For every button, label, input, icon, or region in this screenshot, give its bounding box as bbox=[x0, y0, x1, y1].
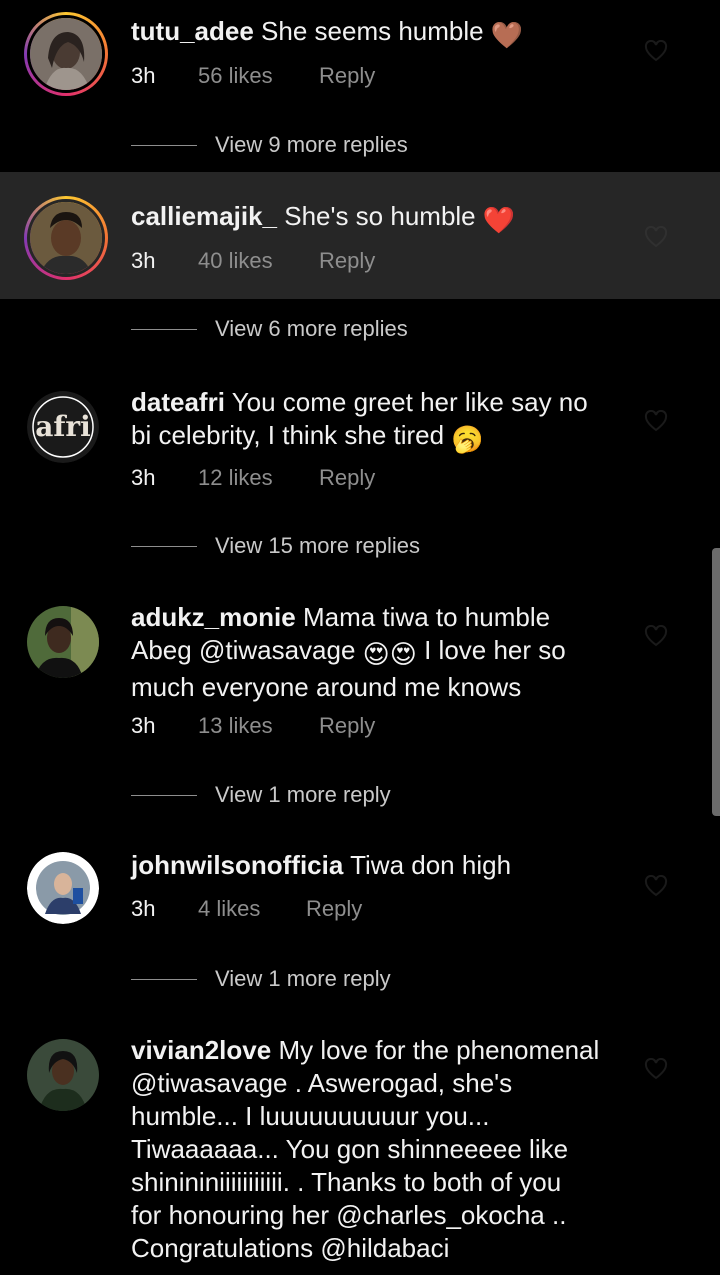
comment-text: dateafri You come greet her like say no … bbox=[131, 386, 651, 456]
avatar-image bbox=[27, 852, 99, 924]
avatar-image bbox=[30, 18, 102, 90]
divider bbox=[131, 328, 197, 330]
comment-body-line4: Tiwaaaaaa... You gon shinneeeee like bbox=[131, 1134, 569, 1164]
comment-body: She seems humble bbox=[261, 16, 484, 46]
comment-adukz-monie: adukz_monie Mama tiwa to humble Abeg @ti… bbox=[0, 587, 720, 817]
view-more-replies-button[interactable]: View 9 more replies bbox=[131, 132, 408, 158]
likes-count[interactable]: 12 likes bbox=[198, 465, 319, 491]
view-replies-label: View 6 more replies bbox=[215, 316, 408, 341]
username[interactable]: adukz_monie bbox=[131, 602, 296, 632]
comment-meta: 3h 4 likes Reply bbox=[131, 896, 362, 922]
divider bbox=[131, 794, 197, 796]
story-ring bbox=[24, 196, 108, 280]
avatar-image bbox=[30, 202, 102, 274]
timestamp: 3h bbox=[131, 63, 156, 88]
heart-outline-icon[interactable] bbox=[644, 874, 668, 897]
reply-button[interactable]: Reply bbox=[319, 248, 375, 274]
view-replies-label: View 1 more reply bbox=[215, 782, 391, 807]
username[interactable]: dateafri bbox=[131, 387, 225, 417]
comment-text: vivian2love My love for the phenomenal @… bbox=[131, 1034, 691, 1265]
scrollbar[interactable] bbox=[712, 548, 720, 816]
username[interactable]: calliemajik_ bbox=[131, 201, 277, 231]
divider bbox=[131, 978, 197, 980]
comment-meta: 3h 56 likes Reply bbox=[131, 63, 375, 89]
comment-meta: 3h 13 likes Reply bbox=[131, 713, 375, 739]
heart-outline-icon[interactable] bbox=[644, 409, 668, 432]
timestamp: 3h bbox=[131, 713, 156, 738]
comment-body: She's so humble bbox=[284, 201, 476, 231]
view-replies-label: View 1 more reply bbox=[215, 966, 391, 991]
avatar[interactable] bbox=[24, 603, 108, 687]
comment-body-line2b: I love her so bbox=[424, 635, 566, 665]
timestamp: 3h bbox=[131, 465, 156, 490]
timestamp: 3h bbox=[131, 248, 156, 273]
reply-button[interactable]: Reply bbox=[319, 465, 375, 491]
comment-text: tutu_adee She seems humble 🤎 bbox=[131, 15, 651, 52]
avatar[interactable] bbox=[24, 1036, 108, 1120]
avatar[interactable] bbox=[24, 12, 108, 96]
comment-text: adukz_monie Mama tiwa to humble Abeg @ti… bbox=[131, 601, 651, 704]
comment-calliemajik: calliemajik_ She's so humble ❤️ 3h 40 li… bbox=[0, 172, 720, 299]
timestamp: 3h bbox=[131, 896, 156, 921]
username[interactable]: johnwilsonofficia bbox=[131, 850, 343, 880]
divider bbox=[131, 545, 197, 547]
red-heart-emoji: ❤️ bbox=[482, 205, 516, 235]
likes-count[interactable]: 4 likes bbox=[198, 896, 306, 922]
avatar-image bbox=[27, 606, 99, 678]
heart-outline-icon[interactable] bbox=[644, 624, 668, 647]
comment-johnwilsonofficia: johnwilsonofficia Tiwa don high 3h 4 lik… bbox=[0, 835, 720, 1000]
comment-body-line5: shinininiiiiiiiiiii. . Thanks to both of… bbox=[131, 1167, 562, 1197]
reply-button[interactable]: Reply bbox=[319, 63, 375, 89]
view-replies-label: View 9 more replies bbox=[215, 132, 408, 157]
comment-body-line2a: Abeg @tiwasavage bbox=[131, 635, 356, 665]
comment-text: johnwilsonofficia Tiwa don high bbox=[131, 849, 651, 882]
view-more-replies-button[interactable]: View 1 more reply bbox=[131, 966, 391, 992]
comment-body-line2: bi celebrity, I think she tired bbox=[131, 420, 445, 450]
heart-eyes-emoji: 😍😍 bbox=[362, 639, 417, 669]
comment-meta: 3h 12 likes Reply bbox=[131, 465, 375, 491]
story-ring bbox=[24, 12, 108, 96]
reply-button[interactable]: Reply bbox=[319, 713, 375, 739]
view-more-replies-button[interactable]: View 15 more replies bbox=[131, 533, 420, 559]
divider bbox=[131, 144, 197, 146]
comment-body-line3: much everyone around me knows bbox=[131, 672, 522, 702]
comment-body-line2: @tiwasavage . Aswerogad, she's bbox=[131, 1068, 513, 1098]
likes-count[interactable]: 13 likes bbox=[198, 713, 319, 739]
brown-heart-emoji: 🤎 bbox=[490, 20, 524, 50]
comment-tutu-adee: tutu_adee She seems humble 🤎 3h 56 likes… bbox=[0, 0, 720, 172]
view-more-replies-button[interactable]: View 1 more reply bbox=[131, 782, 391, 808]
view-replies-label: View 15 more replies bbox=[215, 533, 421, 558]
yawning-face-emoji: 🥱 bbox=[451, 424, 484, 454]
comment-body-line1: You come greet her like say no bbox=[231, 387, 588, 417]
comment-body-line3: humble... I luuuuuuuuuur you... bbox=[131, 1101, 490, 1131]
comment-body-line1: Mama tiwa to humble bbox=[302, 602, 551, 632]
avatar[interactable]: afri bbox=[24, 388, 108, 472]
heart-outline-icon[interactable] bbox=[644, 225, 668, 248]
heart-outline-icon[interactable] bbox=[644, 1057, 668, 1080]
comment-body: Tiwa don high bbox=[350, 850, 512, 880]
comment-body-line7: Congratulations @hildabaci bbox=[131, 1233, 450, 1263]
view-more-replies-button[interactable]: View 6 more replies bbox=[131, 316, 408, 342]
logo-text: afri bbox=[35, 410, 91, 443]
afri-logo: afri bbox=[27, 391, 99, 463]
comment-text: calliemajik_ She's so humble ❤️ bbox=[131, 200, 651, 237]
username[interactable]: tutu_adee bbox=[131, 16, 254, 46]
comment-body-line6: for honouring her @charles_okocha .. bbox=[131, 1200, 567, 1230]
comment-meta: 3h 40 likes Reply bbox=[131, 248, 375, 274]
comment-vivian2love: vivian2love My love for the phenomenal @… bbox=[0, 1020, 720, 1275]
comment-body-line1: My love for the phenomenal bbox=[278, 1035, 600, 1065]
heart-outline-icon[interactable] bbox=[644, 39, 668, 62]
avatar[interactable] bbox=[24, 849, 108, 933]
likes-count[interactable]: 40 likes bbox=[198, 248, 319, 274]
reply-button[interactable]: Reply bbox=[306, 896, 362, 922]
comment-dateafri: afri dateafri You come greet her like sa… bbox=[0, 370, 720, 570]
likes-count[interactable]: 56 likes bbox=[198, 63, 319, 89]
avatar[interactable] bbox=[24, 196, 108, 280]
username[interactable]: vivian2love bbox=[131, 1035, 271, 1065]
avatar-image bbox=[27, 1039, 99, 1111]
